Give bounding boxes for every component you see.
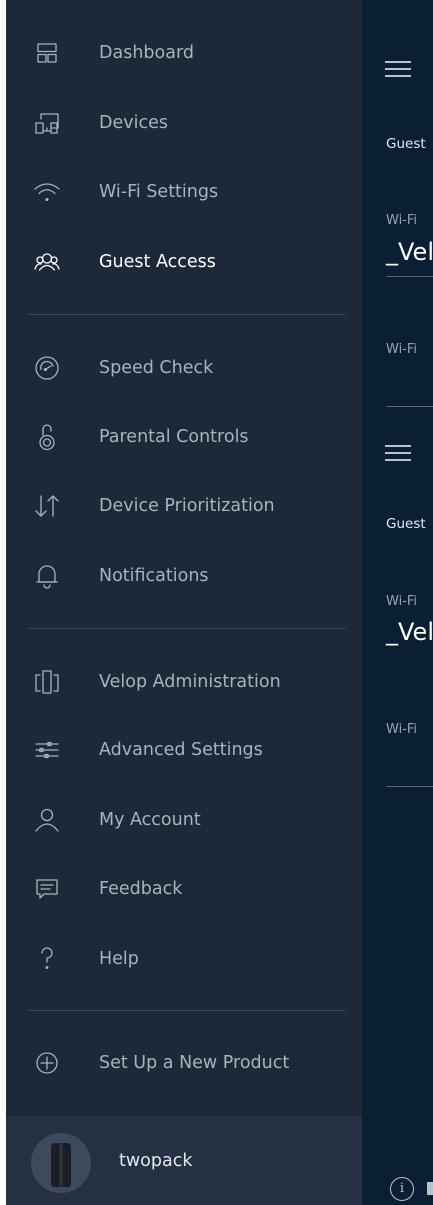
chat-bubble-icon (32, 874, 62, 904)
menu-item-advanced-settings[interactable]: Advanced Settings (6, 720, 362, 780)
padlock-icon (32, 422, 62, 452)
menu-divider (28, 314, 346, 315)
menu-item-set-up-new-product[interactable]: Set Up a New Product (6, 1033, 362, 1093)
sliders-icon (32, 735, 62, 765)
wifi-name-value[interactable]: _Vel (386, 238, 433, 266)
menu-item-wifi-settings[interactable]: Wi-Fi Settings (6, 162, 362, 222)
wifi-password-label: Wi-Fi (386, 722, 418, 737)
info-text-fragment (427, 1182, 433, 1195)
menu-item-help[interactable]: Help (6, 929, 362, 989)
speedometer-icon (32, 353, 62, 383)
velop-node-avatar (31, 1133, 91, 1193)
username: twopack (119, 1150, 193, 1171)
menu-divider (28, 1010, 346, 1011)
menu-item-velop-administration[interactable]: Velop Administration (6, 652, 362, 712)
guest-access-icon (32, 247, 62, 277)
guest-panel-1: Guest Wi-Fi _Vel Wi-Fi (362, 0, 433, 420)
app-screen: Guest Wi-Fi _Vel Wi-Fi Guest Wi-Fi _Vel … (0, 0, 433, 1205)
guest-access-screen-behind: Guest Wi-Fi _Vel Wi-Fi Guest Wi-Fi _Vel … (362, 0, 433, 1205)
menu-item-label: Parental Controls (99, 427, 249, 447)
field-underline (386, 786, 433, 787)
menu-item-label: My Account (99, 810, 201, 830)
menu-item-dashboard[interactable]: Dashboard (6, 23, 362, 83)
wifi-name-label: Wi-Fi (386, 213, 418, 228)
menu-item-label: Speed Check (99, 358, 214, 378)
field-underline (386, 276, 433, 277)
menu-item-label: Device Prioritization (99, 496, 275, 516)
menu-item-label: Devices (99, 113, 168, 133)
menu-item-label: Set Up a New Product (99, 1053, 290, 1073)
velop-nodes-icon (32, 667, 62, 697)
menu-item-device-prioritization[interactable]: Device Prioritization (6, 476, 362, 536)
menu-item-label: Help (99, 949, 139, 969)
menu-item-parental-controls[interactable]: Parental Controls (6, 407, 362, 467)
menu-item-label: Velop Administration (99, 672, 281, 692)
velop-node-icon (51, 1143, 71, 1187)
hamburger-menu-icon[interactable] (385, 445, 411, 461)
menu-item-speed-check[interactable]: Speed Check (6, 338, 362, 398)
guest-panel-2: Guest Wi-Fi _Vel Wi-Fi (362, 420, 433, 820)
wifi-name-value[interactable]: _Vel (386, 618, 433, 646)
menu-item-label: Dashboard (99, 43, 194, 63)
hamburger-menu-icon[interactable] (385, 61, 411, 77)
menu-item-label: Wi-Fi Settings (99, 182, 219, 202)
bell-icon (32, 561, 62, 591)
menu-item-label: Feedback (99, 879, 183, 899)
wifi-icon (32, 177, 62, 207)
wifi-name-label: Wi-Fi (386, 594, 418, 609)
info-icon[interactable]: i (390, 1177, 414, 1201)
menu-item-label: Advanced Settings (99, 740, 263, 760)
menu-item-devices[interactable]: Devices (6, 93, 362, 153)
account-footer[interactable]: twopack (6, 1116, 362, 1205)
menu-item-label: Notifications (99, 566, 209, 586)
menu-item-guest-access[interactable]: Guest Access (6, 232, 362, 292)
menu-item-feedback[interactable]: Feedback (6, 859, 362, 919)
wifi-password-label: Wi-Fi (386, 342, 418, 357)
menu-divider (28, 628, 346, 629)
menu-item-my-account[interactable]: My Account (6, 790, 362, 850)
dashboard-icon (32, 38, 62, 68)
plus-circle-icon (32, 1048, 62, 1078)
priority-arrows-icon (32, 491, 62, 521)
devices-icon (32, 108, 62, 138)
guest-label: Guest (386, 516, 426, 532)
field-underline (386, 406, 433, 407)
navigation-drawer: Dashboard Devices Wi-Fi Settings Guest A… (6, 0, 362, 1205)
guest-label: Guest (386, 136, 426, 152)
question-icon (32, 944, 62, 974)
menu-item-notifications[interactable]: Notifications (6, 546, 362, 606)
menu-item-label: Guest Access (99, 252, 216, 272)
user-icon (32, 805, 62, 835)
